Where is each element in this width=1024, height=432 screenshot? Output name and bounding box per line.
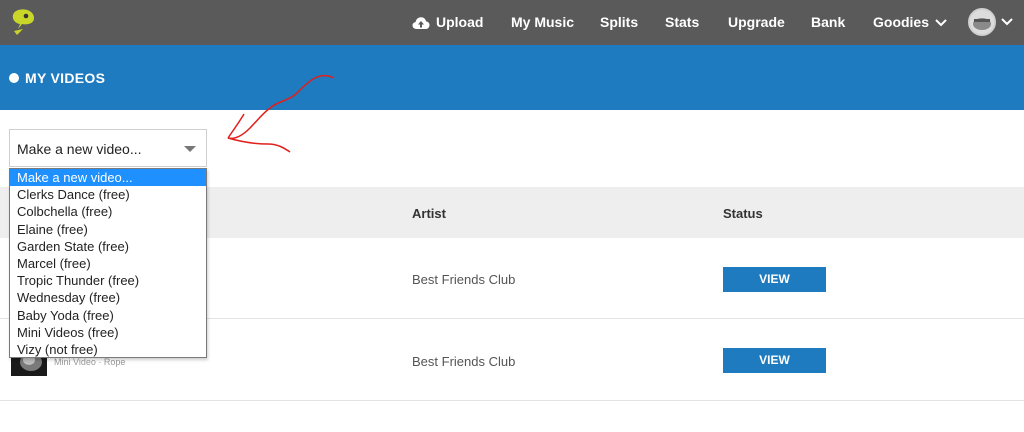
- page-title: MY VIDEOS: [25, 70, 106, 86]
- column-header-status: Status: [723, 206, 763, 221]
- nav-upgrade[interactable]: Upgrade: [728, 0, 785, 45]
- dropdown-option[interactable]: Mini Videos (free): [10, 324, 206, 341]
- dropdown-option[interactable]: Colbchella (free): [10, 203, 206, 220]
- new-video-select[interactable]: Make a new video...: [9, 129, 207, 167]
- artist-cell: Best Friends Club: [412, 354, 516, 369]
- dropdown-option[interactable]: Baby Yoda (free): [10, 307, 206, 324]
- column-header-artist: Artist: [412, 206, 446, 221]
- dropdown-option[interactable]: Clerks Dance (free): [10, 186, 206, 203]
- nav-upload[interactable]: Upload: [412, 0, 483, 45]
- new-video-select-value: Make a new video...: [17, 141, 142, 157]
- caret-down-icon: [184, 146, 196, 152]
- header-dot-icon: [9, 73, 19, 83]
- chevron-down-icon: [935, 19, 947, 27]
- dropdown-option[interactable]: Tropic Thunder (free): [10, 272, 206, 289]
- dropdown-option[interactable]: Garden State (free): [10, 238, 206, 255]
- avatar[interactable]: [968, 8, 996, 36]
- nav-goodies[interactable]: Goodies: [873, 0, 947, 45]
- top-nav: Upload My Music Splits Stats Upgrade Ban…: [0, 0, 1024, 45]
- dropdown-option[interactable]: Marcel (free): [10, 255, 206, 272]
- cloud-upload-icon: [412, 17, 430, 30]
- view-button[interactable]: VIEW: [723, 348, 826, 373]
- new-video-dropdown: Make a new video... Clerks Dance (free) …: [9, 168, 207, 358]
- page-header: MY VIDEOS: [0, 45, 1024, 110]
- dropdown-option[interactable]: Wednesday (free): [10, 289, 206, 306]
- view-button[interactable]: VIEW: [723, 267, 826, 292]
- logo-icon[interactable]: [8, 7, 38, 37]
- video-meta: Mini Video · Rope: [54, 357, 126, 367]
- nav-bank[interactable]: Bank: [811, 0, 845, 45]
- nav-my-music[interactable]: My Music: [511, 0, 574, 45]
- nav-upload-label: Upload: [436, 14, 484, 30]
- artist-cell: Best Friends Club: [412, 272, 516, 287]
- nav-splits[interactable]: Splits: [600, 0, 638, 45]
- nav-goodies-label: Goodies: [873, 14, 930, 30]
- nav-stats[interactable]: Stats: [665, 0, 699, 45]
- user-avatar-icon: [970, 10, 994, 34]
- page: Upload My Music Splits Stats Upgrade Ban…: [0, 0, 1024, 432]
- dropdown-option[interactable]: Vizy (not free): [10, 341, 206, 358]
- account-chevron-down-icon[interactable]: [1001, 18, 1013, 26]
- dropdown-option[interactable]: Elaine (free): [10, 221, 206, 238]
- dropdown-option[interactable]: Make a new video...: [10, 169, 206, 187]
